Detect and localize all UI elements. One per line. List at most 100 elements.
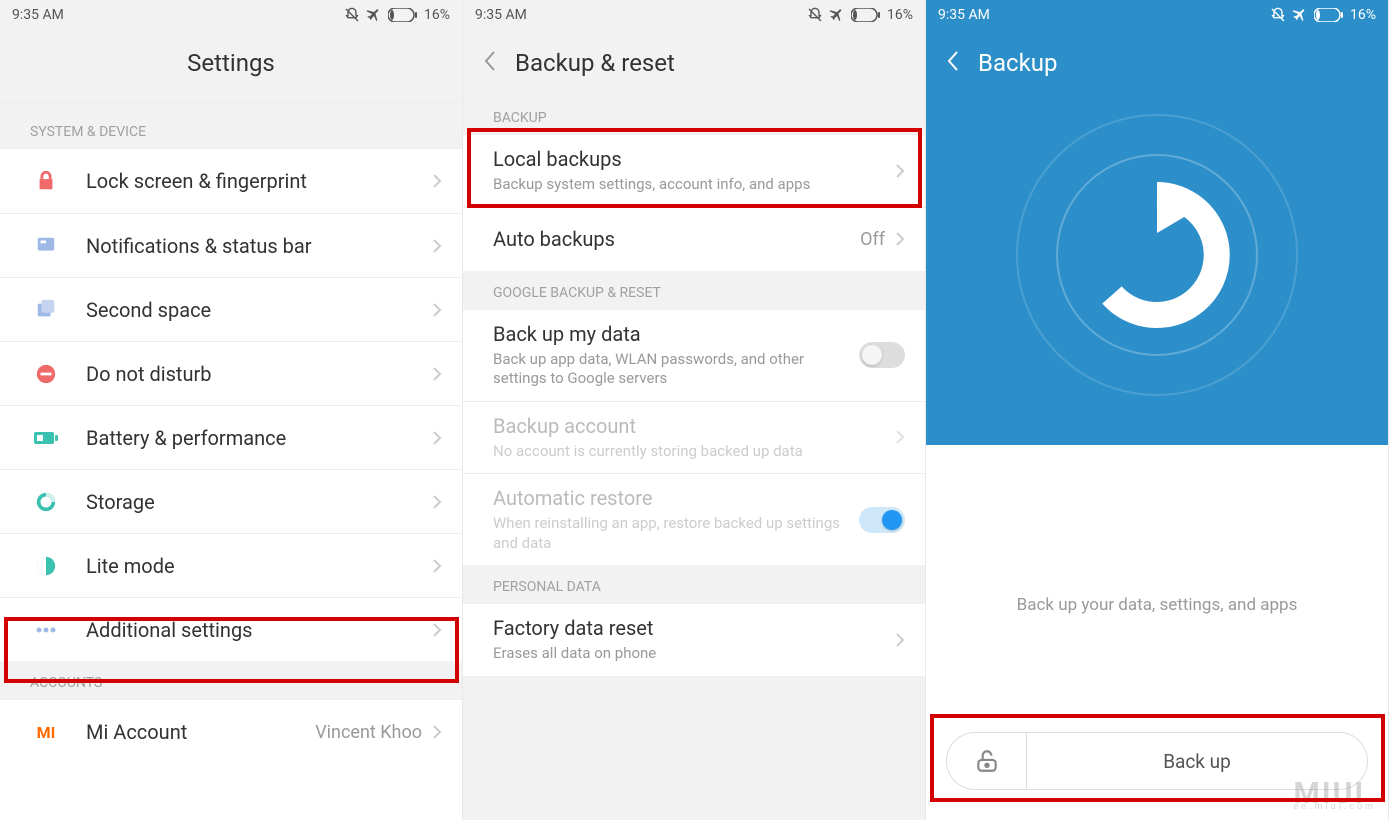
mi-account-value: Vincent Khoo: [315, 722, 422, 743]
status-time: 9:35 AM: [938, 7, 990, 23]
backup-action-bar: Back up: [946, 732, 1368, 790]
row-subtitle: No account is currently storing backed u…: [493, 442, 895, 462]
status-bar: 9:35 AM 16%: [926, 0, 1388, 30]
settings-title: Settings: [187, 49, 275, 77]
backup-bottom: Back up your data, settings, and apps Ba…: [926, 445, 1388, 820]
row-notifications[interactable]: Notifications & status bar: [0, 213, 462, 277]
settings-screen: 9:35 AM 16% Settings SYSTEM & DEVICE Loc…: [0, 0, 463, 820]
backup-title: Backup: [978, 49, 1057, 77]
row-backup-my-data[interactable]: Back up my data Back up app data, WLAN p…: [463, 310, 925, 401]
battery-icon: [1314, 8, 1344, 22]
settings-header: Settings: [0, 30, 462, 96]
dnd-row-icon: [30, 358, 62, 390]
backup-header: Backup: [926, 30, 1388, 96]
backup-button[interactable]: Back up: [1027, 750, 1367, 773]
row-subtitle: Back up app data, WLAN passwords, and ot…: [493, 350, 859, 389]
chevron-right-icon: [432, 302, 442, 318]
status-bar: 9:35 AM 16%: [0, 0, 462, 30]
chevron-right-icon: [895, 429, 905, 445]
battery-percent: 16%: [424, 7, 450, 23]
chevron-right-icon: [432, 724, 442, 740]
backup-screen: 9:35 AM 16% Backup Back up your data: [926, 0, 1389, 820]
unlock-icon: [974, 748, 1000, 774]
backup-reset-list: BACKUP Local backups Backup system setti…: [463, 96, 925, 820]
airplane-icon: [366, 7, 382, 23]
chevron-right-icon: [432, 430, 442, 446]
section-google-backup: GOOGLE BACKUP & RESET: [463, 271, 925, 310]
row-label: Additional settings: [86, 618, 432, 642]
section-accounts: ACCOUNTS: [0, 661, 462, 700]
backup-reset-title: Backup & reset: [515, 49, 675, 77]
backup-hero: 9:35 AM 16% Backup: [926, 0, 1388, 445]
status-time: 9:35 AM: [475, 7, 527, 23]
row-local-backups[interactable]: Local backups Backup system settings, ac…: [463, 135, 925, 207]
row-label: Lite mode: [86, 554, 432, 578]
notifications-icon: [30, 230, 62, 262]
chevron-right-icon: [895, 163, 905, 179]
status-right-icons: 16%: [807, 7, 913, 23]
lock-icon: [30, 165, 62, 197]
battery-row-icon: [30, 422, 62, 454]
storage-icon: [30, 486, 62, 518]
row-additional-settings[interactable]: Additional settings: [0, 597, 462, 661]
toggle-auto-restore[interactable]: [859, 507, 905, 533]
chevron-right-icon: [895, 231, 905, 247]
row-auto-backups[interactable]: Auto backups Off: [463, 207, 925, 271]
row-title: Back up my data: [493, 322, 859, 346]
row-title: Local backups: [493, 147, 895, 171]
back-button[interactable]: [483, 50, 497, 76]
row-backup-account: Backup account No account is currently s…: [463, 401, 925, 474]
row-second-space[interactable]: Second space: [0, 277, 462, 341]
back-button[interactable]: [946, 50, 960, 76]
second-space-icon: [30, 294, 62, 326]
row-subtitle: Erases all data on phone: [493, 644, 895, 664]
row-lock-screen[interactable]: Lock screen & fingerprint: [0, 149, 462, 213]
row-mi-account[interactable]: MI Mi Account Vincent Khoo: [0, 700, 462, 764]
battery-icon: [851, 8, 881, 22]
section-backup: BACKUP: [463, 96, 925, 135]
row-lite-mode[interactable]: Lite mode: [0, 533, 462, 597]
row-battery[interactable]: Battery & performance: [0, 405, 462, 469]
row-subtitle: When reinstalling an app, restore backed…: [493, 514, 859, 553]
row-label: Lock screen & fingerprint: [86, 169, 432, 193]
row-label: Storage: [86, 490, 432, 514]
airplane-icon: [1292, 7, 1308, 23]
row-title: Automatic restore: [493, 486, 859, 510]
battery-percent: 16%: [887, 7, 913, 23]
section-system-device: SYSTEM & DEVICE: [0, 104, 462, 149]
row-subtitle: Backup system settings, account info, an…: [493, 175, 895, 195]
row-label: Notifications & status bar: [86, 234, 432, 258]
backup-hint: Back up your data, settings, and apps: [926, 445, 1388, 615]
row-factory-reset[interactable]: Factory data reset Erases all data on ph…: [463, 604, 925, 676]
auto-backups-value: Off: [860, 229, 885, 250]
dnd-icon: [344, 7, 360, 23]
row-automatic-restore: Automatic restore When reinstalling an a…: [463, 473, 925, 565]
status-bar: 9:35 AM 16%: [463, 0, 925, 30]
row-label: Mi Account: [86, 720, 315, 744]
row-label: Do not disturb: [86, 362, 432, 386]
lite-mode-icon: [30, 550, 62, 582]
row-title: Backup account: [493, 414, 895, 438]
dnd-icon: [807, 7, 823, 23]
battery-icon: [388, 8, 418, 22]
toggle-backup-data[interactable]: [859, 342, 905, 368]
row-title: Auto backups: [493, 227, 860, 251]
backup-reset-screen: 9:35 AM 16% Backup & reset BACKUP Local …: [463, 0, 926, 820]
row-storage[interactable]: Storage: [0, 469, 462, 533]
settings-list: SYSTEM & DEVICE Lock screen & fingerprin…: [0, 96, 462, 820]
chevron-right-icon: [432, 238, 442, 254]
mi-logo-icon: MI: [30, 716, 62, 748]
dnd-icon: [1270, 7, 1286, 23]
row-dnd[interactable]: Do not disturb: [0, 341, 462, 405]
row-label: Second space: [86, 298, 432, 322]
backup-button-label: Back up: [1163, 750, 1231, 773]
chevron-right-icon: [432, 173, 442, 189]
status-time: 9:35 AM: [12, 7, 64, 23]
status-right-icons: 16%: [344, 7, 450, 23]
row-label: Battery & performance: [86, 426, 432, 450]
backup-graphic-icon: [1007, 105, 1307, 409]
chevron-right-icon: [432, 558, 442, 574]
unlock-button[interactable]: [947, 733, 1027, 789]
chevron-right-icon: [432, 494, 442, 510]
status-right-icons: 16%: [1270, 7, 1376, 23]
